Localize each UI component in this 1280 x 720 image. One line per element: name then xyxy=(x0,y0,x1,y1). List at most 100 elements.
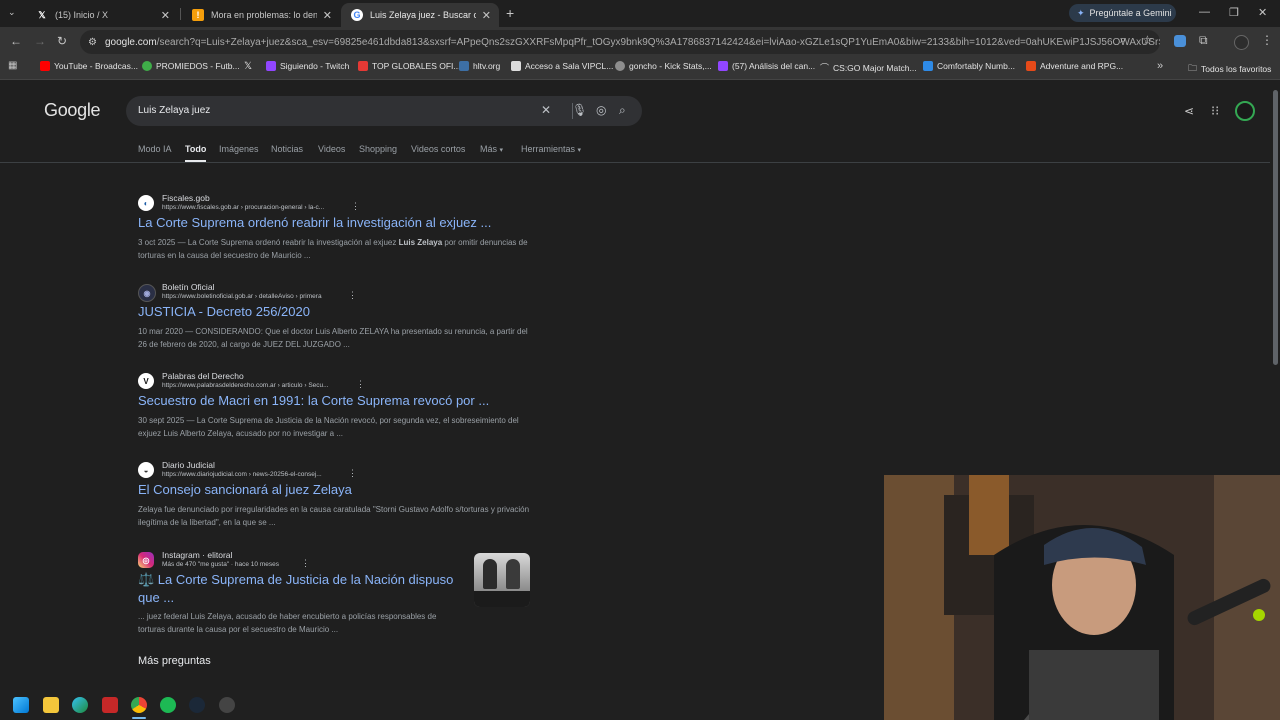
result-snippet: 3 oct 2025 — La Corte Suprema ordenó rea… xyxy=(138,238,528,260)
result-site-name[interactable]: Palabras del Derecho xyxy=(162,371,244,381)
result-title-link-continued[interactable]: que ... xyxy=(138,590,174,605)
edge-icon[interactable] xyxy=(72,697,88,713)
profile-avatar[interactable] xyxy=(1234,35,1249,50)
bookmark-comfortably-numb[interactable]: Comfortably Numb... xyxy=(923,61,1015,71)
result-url[interactable]: https://www.boletinoficial.gob.ar › deta… xyxy=(162,293,322,300)
tab-search-chevron-icon[interactable]: ⌄ xyxy=(8,7,16,18)
close-icon[interactable]: ✕ xyxy=(482,9,491,22)
bookmark-adventure-rpg[interactable]: Adventure and RPG... xyxy=(1026,61,1123,71)
tab-videos[interactable]: Videos xyxy=(318,144,345,154)
result-title-link[interactable]: El Consejo sancionará al juez Zelaya xyxy=(138,482,352,497)
result-title-link[interactable]: La Corte Suprema ordenó reabrir la inves… xyxy=(138,215,491,230)
thumbnail-person xyxy=(483,559,497,589)
bookmark-x[interactable]: 𝕏 xyxy=(244,61,252,72)
tab-modo-ia[interactable]: Modo IA xyxy=(138,144,172,154)
search-icon[interactable]: ⌕ xyxy=(619,103,626,118)
gemini-sparkle-icon: ✦ xyxy=(1077,7,1085,18)
search-box[interactable]: Luis Zelaya juez ✕ 🎙 ◎ ⌕ xyxy=(126,96,642,126)
spotify-icon[interactable] xyxy=(160,697,176,713)
result-site-name[interactable]: Fiscales.gob xyxy=(162,193,210,203)
instagram-icon: ◎ xyxy=(138,552,154,568)
result-title-link[interactable]: ⚖️ La Corte Suprema de Justicia de la Na… xyxy=(138,572,453,588)
tab-todo[interactable]: Todo xyxy=(185,144,207,162)
result-url[interactable]: https://www.palabrasdelderecho.com.ar › … xyxy=(162,382,329,389)
result-url[interactable]: https://www.diariojudicial.com › news-20… xyxy=(162,471,322,478)
bookmark-hltv[interactable]: hltv.org xyxy=(459,61,500,71)
tab-mora-article[interactable]: ! Mora en problemas: lo denunci ✕ xyxy=(182,3,340,27)
tab-title: (15) Inicio / X xyxy=(55,10,109,20)
result-menu-icon[interactable]: ⋮ xyxy=(301,558,310,569)
tab-imagenes[interactable]: Imágenes xyxy=(219,144,259,154)
close-icon[interactable]: ✕ xyxy=(161,9,170,22)
result-title-link[interactable]: JUSTICIA - Decreto 256/2020 xyxy=(138,304,310,319)
bookmark-promiedos[interactable]: PROMIEDOS - Futb... xyxy=(142,61,240,71)
bookmark-sala-vip[interactable]: Acceso a Sala VIPCL... xyxy=(511,61,613,71)
file-explorer-icon[interactable] xyxy=(43,697,59,713)
bookmark-youtube[interactable]: YouTube - Broadcas... xyxy=(40,61,138,71)
extensions-puzzle-icon[interactable]: ⧉ xyxy=(1199,33,1208,48)
account-avatar[interactable] xyxy=(1235,101,1255,121)
tab-x-home[interactable]: 𝕏 (15) Inicio / X ✕ xyxy=(26,3,178,27)
result-site-name[interactable]: Boletín Oficial xyxy=(162,282,214,292)
clear-icon[interactable]: ✕ xyxy=(541,103,551,117)
tab-mas[interactable]: Más ▾ xyxy=(480,144,503,154)
obs-icon[interactable] xyxy=(219,697,235,713)
result-site-name[interactable]: Instagram · elitoral xyxy=(162,550,232,560)
bookmark-analisis[interactable]: (57) Análisis del can... xyxy=(718,61,815,71)
all-bookmarks-folder[interactable]: 🗀 Todos los favoritos xyxy=(1188,61,1271,77)
result-title-link[interactable]: Secuestro de Macri en 1991: la Corte Sup… xyxy=(138,393,489,408)
page-scrollbar[interactable] xyxy=(1271,80,1280,475)
google-logo[interactable]: Google xyxy=(44,100,101,121)
result-menu-icon[interactable]: ⋮ xyxy=(348,468,357,479)
scrollbar-thumb[interactable] xyxy=(1273,90,1278,365)
forward-arrow-icon[interactable]: → xyxy=(34,34,46,48)
result-snippet: 10 mar 2020 — CONSIDERANDO: Que el docto… xyxy=(138,327,528,349)
tab-google-search[interactable]: G Luis Zelaya juez - Buscar con G ✕ xyxy=(341,3,499,27)
result-thumbnail-image[interactable] xyxy=(474,553,530,607)
search-input[interactable]: Luis Zelaya juez xyxy=(138,105,210,116)
bookmarks-bar: ▦ YouTube - Broadcas... PROMIEDOS - Futb… xyxy=(0,57,1280,80)
more-bookmarks-chevron-icon[interactable]: » xyxy=(1157,60,1163,72)
netflix-app-icon[interactable] xyxy=(102,697,118,713)
close-window-icon[interactable]: ✕ xyxy=(1258,6,1267,19)
extension-icon[interactable] xyxy=(1174,35,1186,47)
microphone-icon[interactable]: 🎙 xyxy=(572,103,587,117)
google-apps-grid-icon[interactable]: ⁝⁝ xyxy=(1211,103,1219,119)
zoom-icon[interactable]: ⌕ xyxy=(1120,34,1126,47)
result-url[interactable]: https://www.fiscales.gob.ar › procuracio… xyxy=(162,204,324,211)
steam-icon[interactable] xyxy=(189,697,205,713)
thumbnail-caption-band xyxy=(474,591,530,607)
bookmark-csgo-major[interactable]: ⌒ CS:GO Major Match... xyxy=(820,61,917,74)
tab-shopping[interactable]: Shopping xyxy=(359,144,397,154)
reload-icon[interactable]: ↻ xyxy=(57,34,67,48)
result-menu-icon[interactable]: ⋮ xyxy=(351,201,360,212)
close-icon[interactable]: ✕ xyxy=(323,9,332,22)
result-menu-icon[interactable]: ⋮ xyxy=(356,379,365,390)
bookmark-kick-stats[interactable]: goncho - Kick Stats,... xyxy=(615,61,712,71)
result-site-name[interactable]: Diario Judicial xyxy=(162,460,215,470)
tab-herramientas[interactable]: Herramientas ▾ xyxy=(521,144,581,154)
bookmark-top-globales[interactable]: TOP GLOBALES OFI... xyxy=(358,61,461,71)
bookmark-twitch[interactable]: Siguiendo - Twitch xyxy=(266,61,349,71)
restore-icon[interactable]: ❐ xyxy=(1229,6,1239,19)
chrome-icon[interactable] xyxy=(131,697,147,713)
apps-grid-icon[interactable]: ▦ xyxy=(8,60,17,71)
result-snippet: Zelaya fue denunciado por irregularidade… xyxy=(138,505,530,527)
windows-start-icon[interactable] xyxy=(13,697,29,713)
tab-noticias[interactable]: Noticias xyxy=(271,144,303,154)
result-menu-icon[interactable]: ⋮ xyxy=(348,290,357,301)
gemini-button[interactable]: ✦ Pregúntale a Gemini xyxy=(1069,4,1176,22)
new-tab-plus-icon[interactable]: + xyxy=(506,5,514,21)
minimize-icon[interactable]: — xyxy=(1199,6,1210,18)
back-arrow-icon[interactable]: ← xyxy=(10,34,22,48)
bookmark-star-icon[interactable]: ☆ xyxy=(1142,33,1153,47)
address-bar[interactable]: ⚙ google.com/search?q=Luis+Zelaya+juez&s… xyxy=(80,30,1160,54)
tab-videos-cortos[interactable]: Videos cortos xyxy=(411,144,465,154)
site-info-icon[interactable]: ⚙ xyxy=(88,37,97,48)
share-icon[interactable]: ⋖ xyxy=(1184,104,1194,118)
menu-kebab-icon[interactable]: ⋮ xyxy=(1261,33,1273,47)
lens-camera-icon[interactable]: ◎ xyxy=(596,103,606,117)
dropdown-caret-icon: ▾ xyxy=(577,147,582,154)
thumbnail-person xyxy=(506,559,520,589)
result-meta: Más de 470 "me gusta" · hace 10 meses xyxy=(162,561,279,568)
